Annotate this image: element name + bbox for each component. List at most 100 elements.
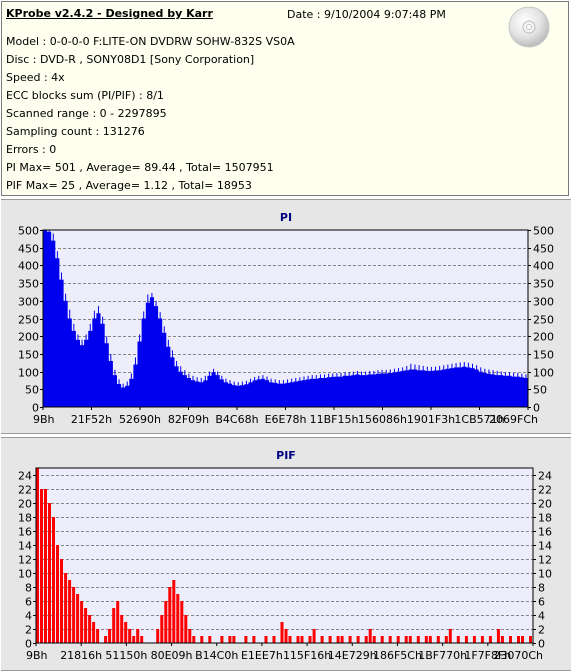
pif-xtick-label: 23070Ch [493, 649, 543, 662]
pif-bar [228, 636, 232, 643]
pi-ytick-label-left: 350 [18, 278, 39, 291]
pi-ytick-label-right: 350 [533, 278, 554, 291]
pi-xtick-label: E6E78h [265, 413, 307, 426]
pif-bar [488, 636, 492, 643]
pi-ytick-label-left: 400 [18, 260, 39, 273]
pif-bar [456, 636, 460, 643]
pif-ytick-label-left: 6 [25, 596, 32, 609]
pif-bar [64, 573, 68, 643]
pif-ytick-label-right: 16 [538, 526, 552, 539]
pif-bar [252, 636, 256, 643]
pif-bar [76, 594, 80, 643]
pif-ytick-label-right: 14 [538, 540, 552, 553]
pif-bar [517, 636, 520, 643]
pi-ytick-label-left: 200 [18, 331, 39, 344]
pif-bar [472, 636, 476, 643]
pif-bar [244, 636, 248, 643]
pi-xtick-label: 2069FCh [489, 413, 538, 426]
pif-bar [120, 615, 124, 643]
cd-disc-icon [508, 6, 550, 48]
pi-ytick-label-left: 100 [18, 367, 39, 380]
pif-bar [336, 636, 340, 643]
pif-bar [136, 629, 140, 643]
pif-bar [108, 629, 112, 643]
pif-ytick-label-left: 14 [18, 540, 32, 553]
pif-bar [328, 636, 332, 643]
info-panel: KProbe v2.4.2 - Designed by Karr Date : … [1, 1, 569, 196]
pif-bar [88, 615, 92, 643]
pif-ytick-label-right: 12 [538, 554, 552, 567]
pif-ytick-label-left: 4 [25, 610, 32, 623]
pif-bar [140, 636, 144, 643]
pif-bar [296, 636, 300, 643]
pif-bar [348, 636, 352, 643]
pif-bar [368, 629, 372, 643]
pi-xtick-label: 82F09h [168, 413, 209, 426]
pif-bar [48, 503, 51, 643]
app-title: KProbe v2.4.2 - Designed by Karr [6, 7, 213, 20]
pif-xtick-label: 115F16h [283, 649, 331, 662]
pif-bar [180, 601, 184, 643]
pif-bar [320, 636, 324, 643]
pif-bar [192, 636, 196, 643]
pif-ytick-label-right: 6 [538, 596, 545, 609]
pi-xtick-label: 11BF15h [310, 413, 359, 426]
pif-bar [68, 580, 72, 643]
pif-bar [264, 636, 268, 643]
pif-bar [80, 601, 84, 643]
pif-ytick-label-left: 12 [18, 554, 32, 567]
pif-bar [112, 608, 116, 643]
pif-xtick-label: B14C0h [195, 649, 238, 662]
pif-bar [364, 636, 368, 643]
pif-bar [312, 629, 316, 643]
pif-xtick-label: 14E729h [328, 649, 377, 662]
pif-ytick-label-left: 18 [18, 512, 32, 525]
pif-ytick-label-right: 18 [538, 512, 552, 525]
pif-ytick-label-right: 22 [538, 484, 552, 497]
pif-ytick-label-right: 8 [538, 582, 545, 595]
pif-bar [464, 636, 468, 643]
pif-chart: PIF 0 02 24 46 68 810 1012 1214 1416 1618 1820 2022… [18, 449, 552, 662]
pif-bar [176, 594, 180, 643]
pi-ytick-label-right: 250 [533, 314, 554, 327]
pif-bar [356, 636, 360, 643]
pif-xtick-label: 9Bh [26, 649, 48, 662]
pif-chart-panel: PIF 0 0 2 2 4 4 6 6 8 8 10 10 12 12 14 14 16 16 18 18 20 20 22… [1, 437, 571, 671]
pif-bar [396, 636, 400, 643]
pi-ytick-label-right: 500 [533, 225, 554, 238]
pif-xtick-label: 80E09h [151, 649, 193, 662]
pi-chart: PI 0 050 50100 100150 150200 200250 250300 3003… [18, 211, 554, 426]
pif-bar [220, 636, 224, 643]
pif-bar [408, 636, 412, 643]
pif-chart-title: PIF [276, 449, 296, 462]
pif-bar [124, 622, 128, 643]
pif-bar [272, 636, 276, 643]
pif-ytick-label-left: 24 [18, 470, 32, 483]
pif-bar [116, 601, 120, 643]
pif-bar [168, 587, 172, 643]
pi-chart-title: PI [280, 211, 292, 224]
pif-ytick-label-left: 16 [18, 526, 32, 539]
pif-bar [232, 636, 236, 643]
pif-bar [529, 636, 532, 643]
pif-bar [480, 636, 484, 643]
pif-bar [521, 636, 524, 643]
pif-bar [72, 587, 76, 643]
pi-xtick-label: 1901F3h [407, 413, 455, 426]
info-line-model: Model : 0-0-0-0 F:LITE-ON DVDRW SOHW-832… [6, 35, 295, 48]
info-line-pi-stats: PI Max= 501 , Average= 89.44 , Total= 15… [6, 161, 274, 174]
pif-bar [96, 629, 100, 643]
pi-ytick-label-left: 450 [18, 243, 39, 256]
pi-ytick-label-right: 50 [533, 384, 547, 397]
pi-xtick-label: 52690h [119, 413, 161, 426]
pif-bar [448, 629, 452, 643]
pif-bar [436, 636, 440, 643]
pif-ytick-label-right: 24 [538, 470, 552, 483]
pif-bar [104, 636, 108, 643]
pif-bar [128, 629, 132, 643]
pif-xtick-label: 1BF770h [418, 649, 467, 662]
pif-bar [52, 517, 55, 643]
pi-xtick-label: B4C68h [215, 413, 258, 426]
pif-bar [340, 636, 344, 643]
pi-ytick-label-left: 50 [25, 384, 39, 397]
